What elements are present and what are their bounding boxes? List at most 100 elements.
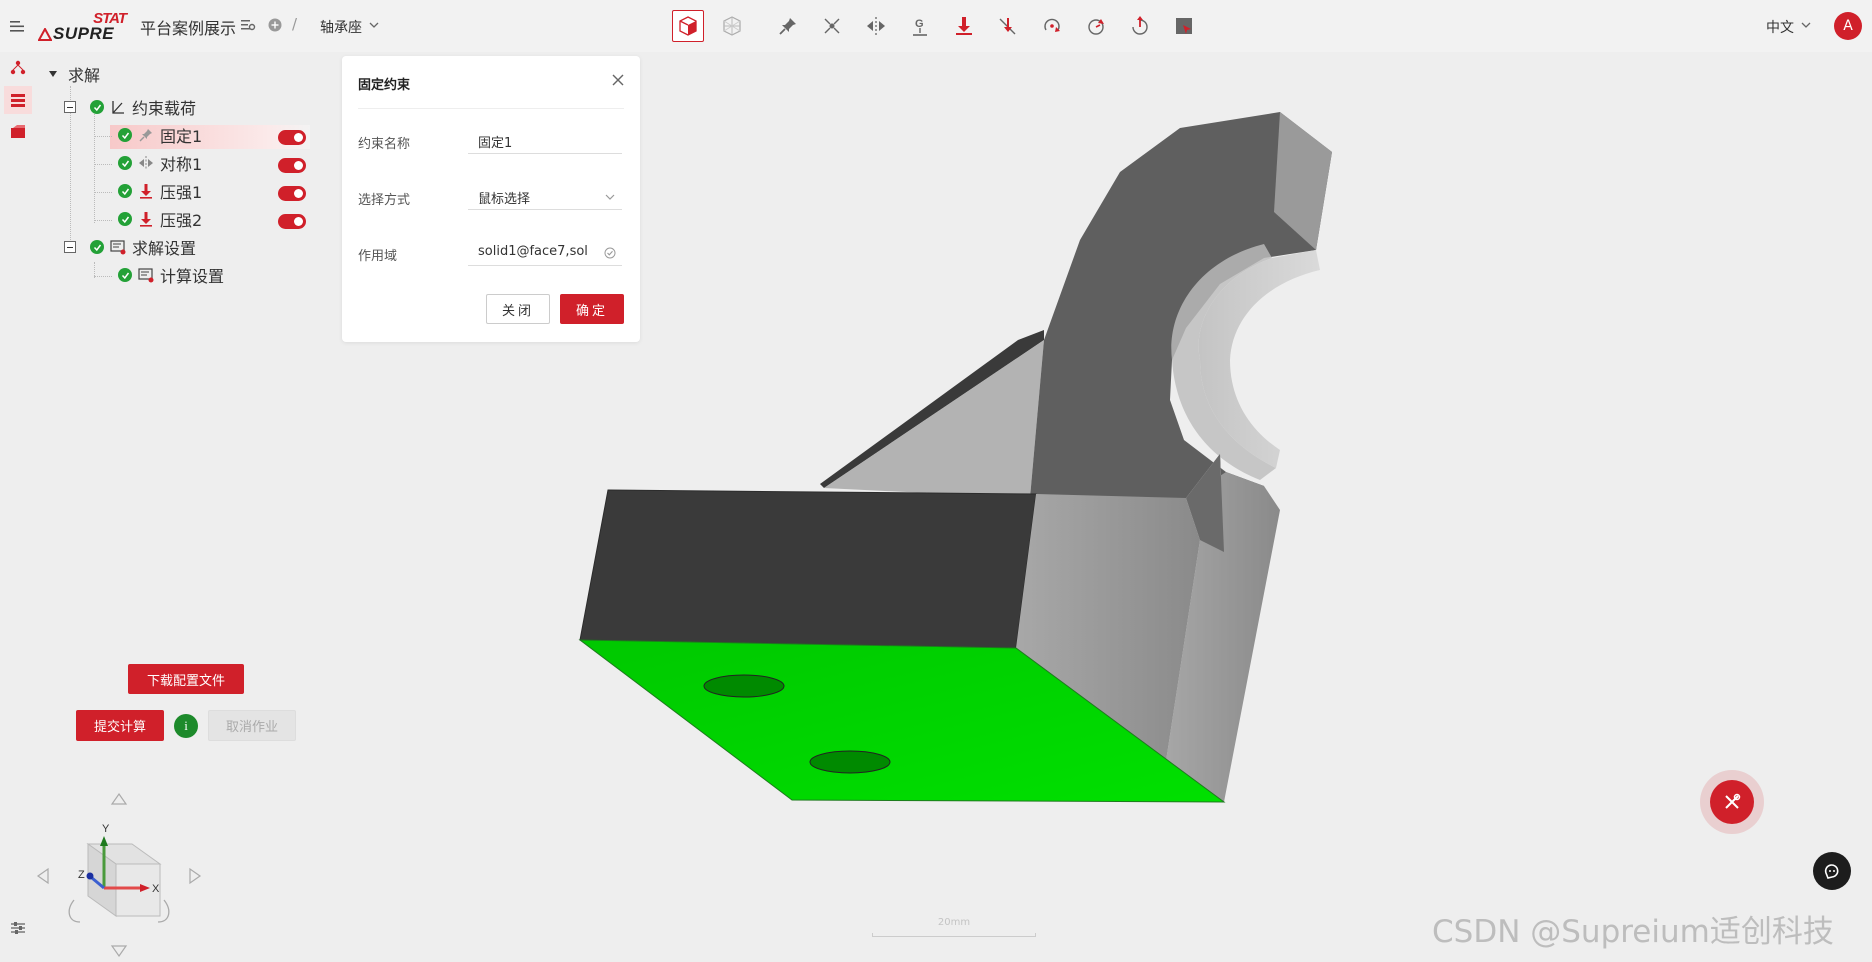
moment-icon [1044,18,1060,32]
navigation-cube[interactable]: Y X Z [34,788,204,958]
collapse-icon[interactable] [64,241,76,253]
tree-item-label: 计算设置 [160,267,225,286]
mirror-symmetry-button[interactable] [860,10,892,42]
tree-item-label: 压强2 [160,211,203,230]
rotation-icon [1088,19,1104,35]
nav-right-arrow-icon[interactable] [189,867,202,885]
caret-down-icon[interactable] [48,69,58,79]
solid-view-button[interactable] [672,10,704,42]
dialog-title: 固定约束 [358,78,411,93]
symmetry-icon [139,156,153,170]
pin-constraint-icon [779,18,796,35]
tree-item-label: 对称1 [160,155,203,174]
force-button[interactable] [992,10,1024,42]
check-icon [118,128,132,142]
close-icon[interactable] [610,72,626,88]
tree-item-pressure1[interactable]: 压强1 [118,179,202,203]
pressure-load-icon [956,17,972,35]
tree-group-constraints[interactable]: 约束载荷 [64,95,196,119]
mirror-symmetry-icon [867,17,885,35]
menu-toggle-icon[interactable] [8,16,28,36]
pressure-icon [140,212,152,227]
axis-y-label: Y [102,823,110,835]
collapse-icon[interactable] [64,101,76,113]
scale-bar: 20mm [872,915,1036,937]
project-title[interactable]: 平台案例展示 [140,15,236,39]
rotation-button[interactable] [1080,10,1112,42]
3d-viewport[interactable] [560,100,1360,820]
dialog-close-button[interactable]: 关闭 [486,294,550,324]
enable-toggle-fixed1[interactable] [278,130,306,145]
tree-item-pressure2[interactable]: 压强2 [118,207,202,231]
rotate-left-icon[interactable] [68,899,81,923]
pressure-load-button[interactable] [948,10,980,42]
model-selector[interactable]: 轴承座 [320,17,362,37]
mesh-view-button[interactable] [716,10,748,42]
pin-constraint-button[interactable] [772,10,804,42]
solve-settings-icon [110,240,126,255]
enable-toggle-pressure2[interactable] [278,214,306,229]
bearing-seat-model[interactable] [578,112,1332,803]
gravity-icon: G [913,18,927,36]
sliders-settings-icon[interactable] [8,918,28,938]
selection-method-value: 鼠标选择 [478,192,531,207]
nav-left-arrow-icon[interactable] [36,867,49,885]
check-icon [90,100,104,114]
constraint-name-label: 约束名称 [358,137,411,152]
chevron-down-icon[interactable] [1800,20,1812,30]
symmetry-node-icon [824,18,840,34]
pin-icon [139,129,152,142]
centrifugal-icon [1132,16,1148,35]
tree-item-compute-settings[interactable]: 计算设置 [118,263,224,287]
nav-down-arrow-icon[interactable] [110,945,128,958]
scope-label: 作用域 [358,249,398,264]
axis-x-label: X [152,883,160,895]
rail-model-button[interactable] [8,58,28,78]
info-icon[interactable]: i [174,714,198,738]
tree-item-fixed1[interactable]: 固定1 [118,123,202,147]
project-settings-icon[interactable] [240,17,256,33]
tree-item-label: 压强1 [160,183,203,202]
selection-box-button[interactable] [1168,10,1200,42]
symmetry-node-button[interactable] [816,10,848,42]
axis-z-label: Z [78,869,85,881]
tree-root[interactable]: 求解 [48,62,100,86]
check-icon [118,156,132,170]
tree-group-solve-settings[interactable]: 求解设置 [64,235,196,259]
logo: STAT SUPRE [38,10,130,44]
selection-method-label: 选择方式 [358,193,411,208]
enable-toggle-pressure1[interactable] [278,186,306,201]
angle-constraint-icon [112,101,124,114]
breadcrumb-separator: / [292,15,298,33]
gravity-button[interactable]: G [904,10,936,42]
cancel-job-button: 取消作业 [208,710,296,741]
solve-list-icon [11,94,25,107]
check-icon [90,240,104,254]
submit-compute-button[interactable]: 提交计算 [76,710,164,741]
tools-fab[interactable] [1700,770,1764,834]
logo-bottom-text: SUPRE [53,24,115,43]
tree-root-label: 求解 [68,66,101,85]
avatar[interactable]: A [1834,12,1862,40]
rail-solve-button[interactable] [4,86,32,114]
chat-support-button[interactable] [1813,852,1851,890]
rail-results-button[interactable] [8,122,28,142]
enable-toggle-symmetry1[interactable] [278,158,306,173]
selection-box-icon [1176,18,1192,34]
tree-item-symmetry1[interactable]: 对称1 [118,151,202,175]
tree-item-label: 固定1 [160,127,203,146]
mesh-view-icon [723,16,741,36]
tools-fab-button[interactable] [1710,780,1754,824]
centrifugal-button[interactable] [1124,10,1156,42]
moment-button[interactable] [1036,10,1068,42]
tree-group-label: 约束载荷 [132,99,197,118]
chevron-down-icon[interactable] [368,20,380,30]
view-cube[interactable] [86,843,162,917]
nav-up-arrow-icon[interactable] [110,792,128,805]
language-selector[interactable]: 中文 [1766,17,1794,37]
add-project-icon[interactable] [268,18,282,32]
download-config-button[interactable]: 下载配置文件 [128,664,244,694]
model-tree-icon [10,60,26,75]
check-icon [118,212,132,226]
pressure-icon [140,184,152,199]
